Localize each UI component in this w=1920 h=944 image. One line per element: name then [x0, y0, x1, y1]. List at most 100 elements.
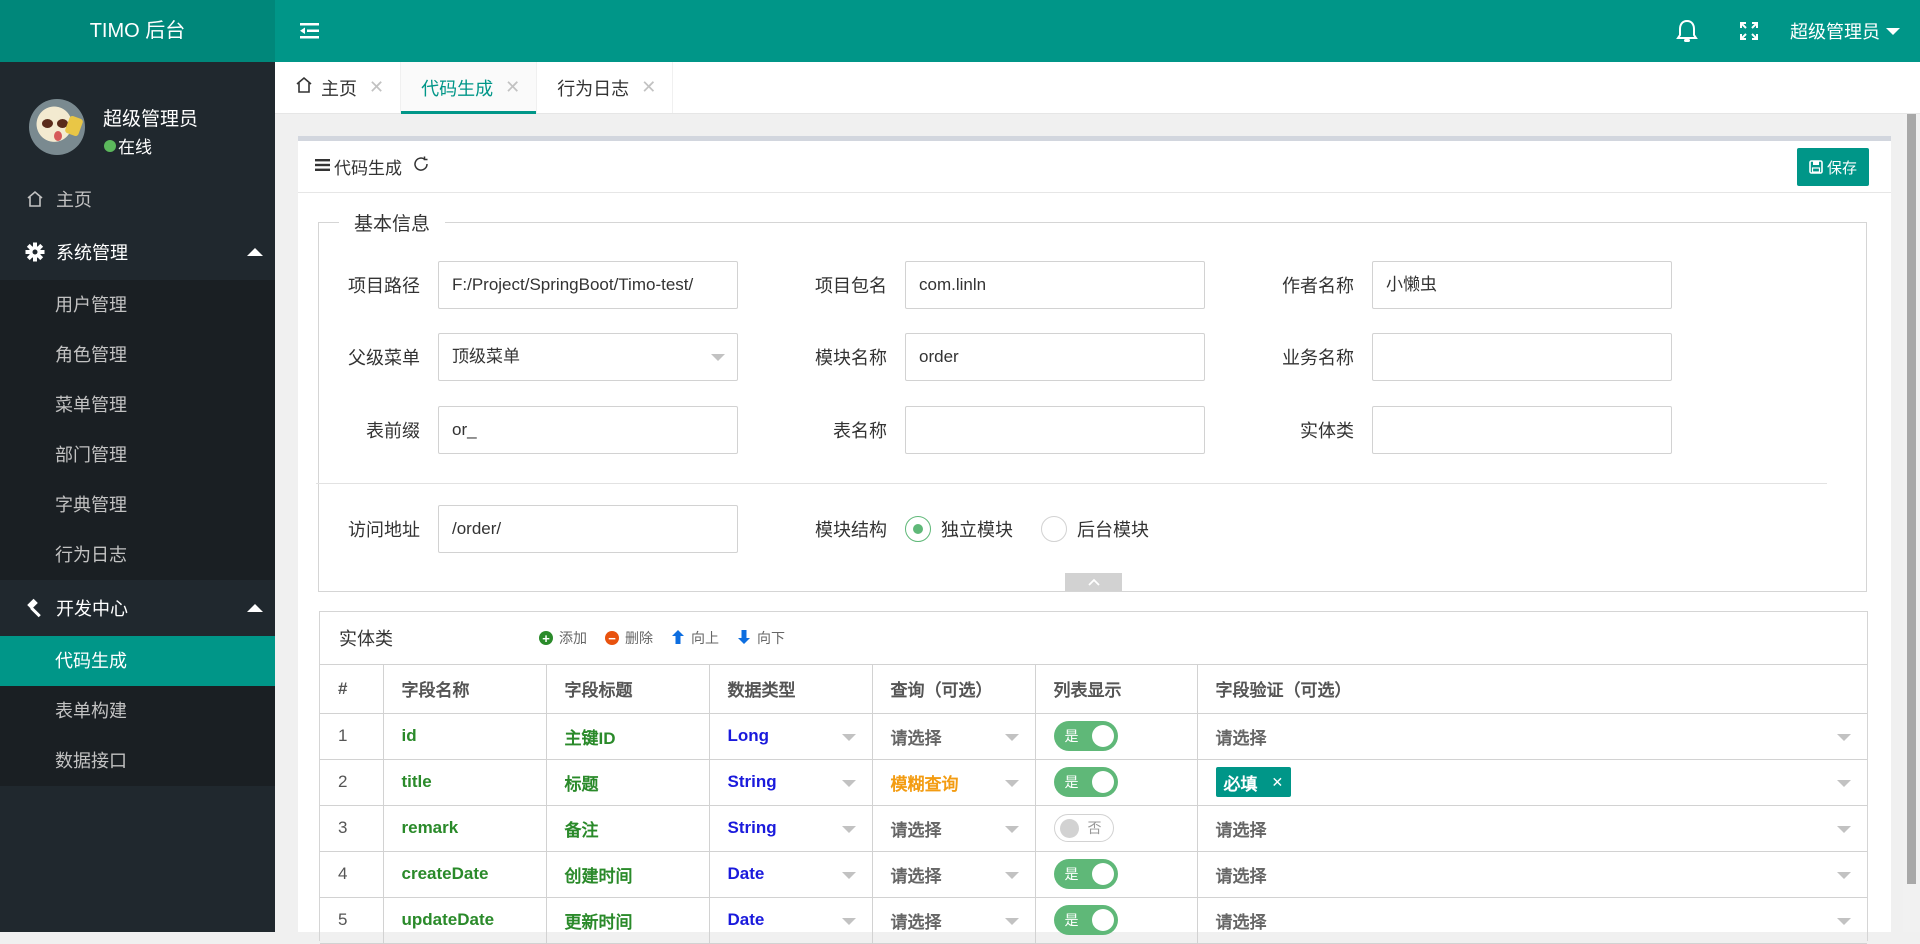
sidebar-item-roles[interactable]: 角色管理: [0, 330, 275, 380]
field-name-cell[interactable]: createDate: [383, 851, 547, 898]
list-display-toggle[interactable]: 是: [1053, 767, 1118, 797]
logo[interactable]: TIMO 后台: [0, 0, 275, 62]
sidebar-item-data-api[interactable]: 数据接口: [0, 736, 275, 786]
field-title-cell[interactable]: 标题: [546, 759, 710, 806]
field-title-cell[interactable]: 主键ID: [546, 713, 710, 760]
sidebar-item-label: 主页: [56, 190, 92, 210]
query-select[interactable]: 请选择: [872, 851, 1036, 898]
list-display-toggle[interactable]: 是: [1053, 905, 1118, 935]
radio-standalone[interactable]: 独立模块: [905, 516, 1013, 542]
close-icon[interactable]: ✕: [1272, 774, 1284, 791]
move-down-button[interactable]: 向下: [737, 628, 785, 648]
refresh-icon[interactable]: [412, 155, 430, 178]
field-name-cell[interactable]: id: [383, 713, 547, 760]
query-select[interactable]: 请选择: [872, 897, 1036, 944]
sidebar-item-code-gen[interactable]: 代码生成: [0, 636, 275, 686]
verify-select[interactable]: 请选择: [1197, 851, 1867, 898]
user-panel: 超级管理员 在线: [0, 62, 275, 160]
verify-tag: 必填 ✕: [1215, 767, 1292, 797]
field-name-cell[interactable]: remark: [383, 805, 547, 852]
bell-icon[interactable]: [1656, 0, 1718, 62]
project-path-input[interactable]: F:/Project/SpringBoot/Timo-test/: [438, 261, 738, 309]
parent-menu-value: 顶级菜单: [452, 347, 520, 366]
sidebar-item-dictionary[interactable]: 字典管理: [0, 480, 275, 530]
sidebar-item-action-log[interactable]: 行为日志: [0, 530, 275, 580]
module-input[interactable]: order: [905, 333, 1205, 381]
business-input[interactable]: [1372, 333, 1672, 381]
fullscreen-icon[interactable]: [1718, 0, 1780, 62]
field-name: remark: [401, 818, 459, 837]
tab-code-gen[interactable]: 代码生成 ✕: [401, 62, 538, 114]
form-row-1: 项目路径 F:/Project/SpringBoot/Timo-test/ 项目…: [298, 261, 1891, 309]
field-title: 标题: [564, 774, 599, 794]
menu-toggle-icon[interactable]: [298, 20, 322, 42]
list-display-toggle[interactable]: 是: [1053, 721, 1118, 751]
field-name-cell[interactable]: title: [383, 759, 547, 806]
entity-input[interactable]: [1372, 406, 1672, 454]
sidebar-item-form-builder[interactable]: 表单构建: [0, 686, 275, 736]
data-type-value: String: [727, 772, 777, 791]
tab-action-log[interactable]: 行为日志 ✕: [537, 62, 674, 113]
save-button[interactable]: 保存: [1797, 148, 1869, 186]
query-select[interactable]: 模糊查询: [872, 759, 1036, 806]
package-input[interactable]: com.linln: [905, 261, 1205, 309]
page-scrollbar[interactable]: [1903, 114, 1920, 932]
tab-home[interactable]: 主页 ✕: [275, 62, 402, 113]
verify-select[interactable]: 请选择: [1197, 897, 1867, 944]
list-display-toggle[interactable]: 是: [1053, 859, 1118, 889]
collapse-button[interactable]: [1065, 573, 1122, 591]
sidebar-item-menus[interactable]: 菜单管理: [0, 380, 275, 430]
sidebar-item-home[interactable]: 主页: [0, 174, 275, 224]
sidebar-item-departments[interactable]: 部门管理: [0, 430, 275, 480]
field-title-cell[interactable]: 备注: [546, 805, 710, 852]
data-type-select[interactable]: Long: [709, 713, 873, 760]
project-path-label: 项目路径: [348, 276, 420, 296]
field-name-cell[interactable]: updateDate: [383, 897, 547, 944]
parent-menu-select[interactable]: 顶级菜单: [438, 333, 738, 381]
sidebar-group-system[interactable]: 系统管理: [0, 224, 275, 280]
radio-admin[interactable]: 后台模块: [1041, 516, 1149, 542]
save-icon: [1809, 160, 1823, 174]
query-select[interactable]: 请选择: [872, 713, 1036, 760]
chevron-down-icon: [1004, 871, 1019, 879]
chevron-down-icon: [1004, 917, 1019, 925]
prefix-input[interactable]: or_: [438, 406, 738, 454]
close-icon[interactable]: ✕: [641, 77, 656, 98]
data-type-select[interactable]: Date: [709, 851, 873, 898]
column-header: 字段标题: [546, 665, 710, 714]
prefix-label: 表前缀: [366, 421, 420, 441]
submenu-dev: 代码生成 表单构建 数据接口: [0, 636, 275, 786]
close-icon[interactable]: ✕: [505, 77, 520, 98]
table-row: 5 updateDate 更新时间 Date 请选择 是 请选择: [320, 897, 1867, 944]
save-label: 保存: [1826, 159, 1857, 177]
scrollbar-thumb[interactable]: [1907, 114, 1916, 884]
business-label: 业务名称: [1282, 348, 1354, 368]
move-up-button[interactable]: 向上: [671, 628, 719, 648]
query-select[interactable]: 请选择: [872, 805, 1036, 852]
add-field-button[interactable]: + 添加: [539, 628, 587, 648]
table-name-input[interactable]: [905, 406, 1205, 454]
data-type-select[interactable]: String: [709, 759, 873, 806]
field-title-cell[interactable]: 更新时间: [546, 897, 710, 944]
delete-field-button[interactable]: − 删除: [605, 628, 653, 648]
author-input[interactable]: 小懒虫: [1372, 261, 1672, 309]
tab-bar: 主页 ✕ 代码生成 ✕ 行为日志 ✕: [275, 62, 1920, 114]
sidebar-item-users[interactable]: 用户管理: [0, 280, 275, 330]
user-menu[interactable]: 超级管理员: [1780, 18, 1920, 44]
list-display-toggle[interactable]: 否: [1053, 814, 1114, 842]
verify-select[interactable]: 请选择: [1197, 713, 1867, 760]
field-name: createDate: [401, 864, 489, 883]
verify-select[interactable]: 请选择: [1197, 805, 1867, 852]
data-type-select[interactable]: Date: [709, 897, 873, 944]
query-value: 模糊查询: [890, 774, 959, 794]
close-icon[interactable]: ✕: [369, 77, 384, 98]
data-type-select[interactable]: String: [709, 805, 873, 852]
verify-select[interactable]: 必填 ✕: [1197, 759, 1867, 806]
gavel-icon: [24, 597, 46, 619]
url-input[interactable]: /order/: [438, 505, 738, 553]
field-name: updateDate: [401, 910, 495, 929]
chevron-up-icon: [247, 604, 263, 612]
form-row-4: 访问地址 /order/ 模块结构 独立模块 后台模块: [298, 505, 1891, 553]
sidebar-group-dev[interactable]: 开发中心: [0, 580, 275, 636]
field-title-cell[interactable]: 创建时间: [546, 851, 710, 898]
